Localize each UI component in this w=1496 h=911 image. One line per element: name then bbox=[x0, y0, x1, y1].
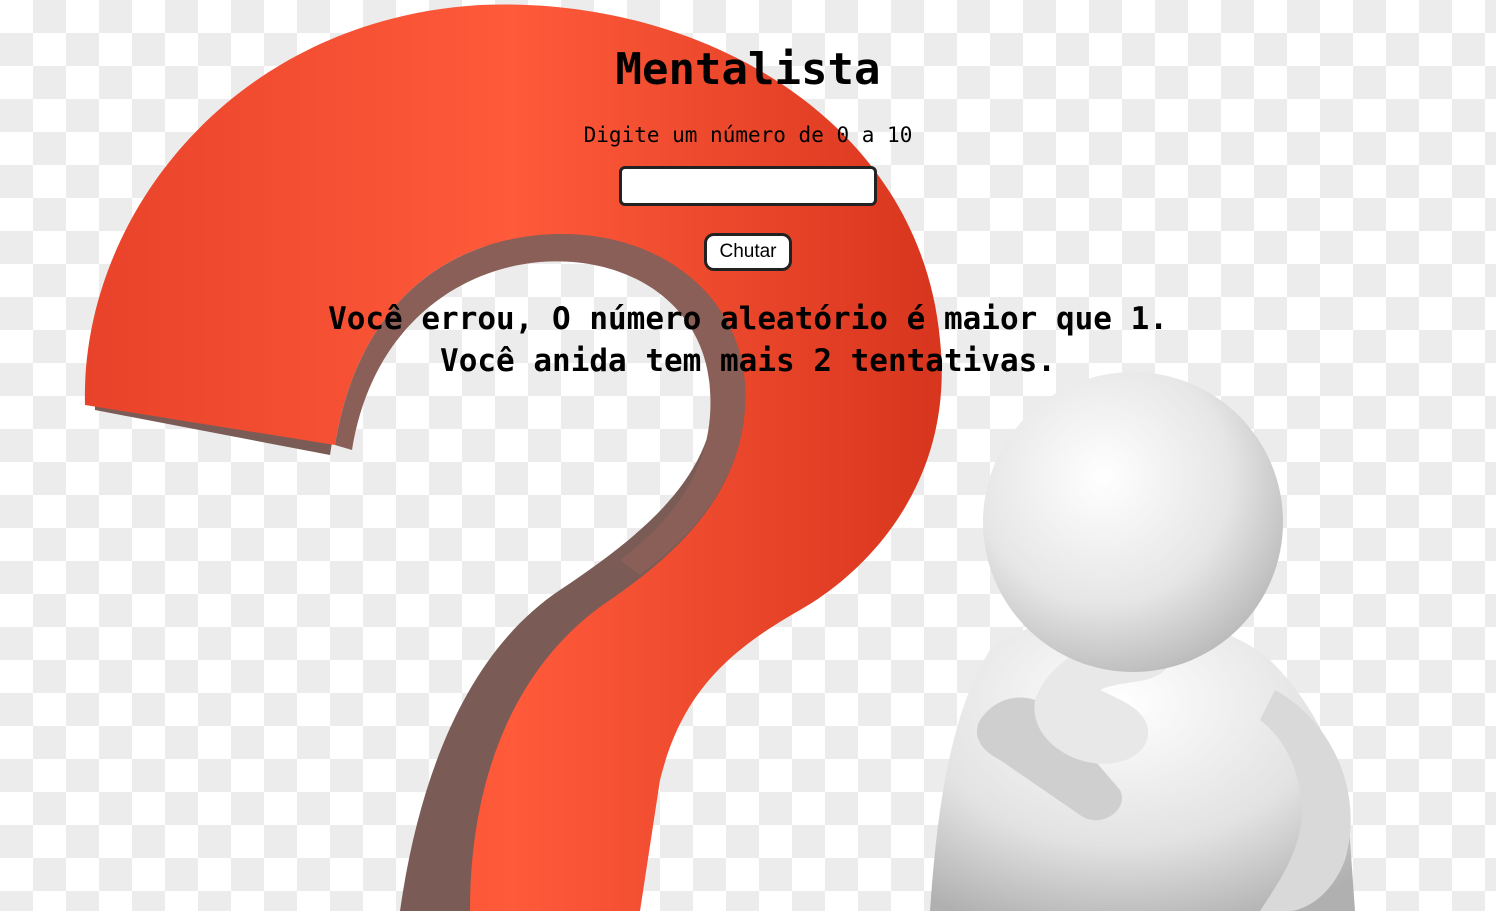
result-line-hint: Você errou, O número aleatório é maior q… bbox=[328, 301, 1168, 337]
guess-button[interactable]: Chutar bbox=[704, 233, 792, 271]
figure-head bbox=[983, 372, 1283, 672]
result-message: Você errou, O número aleatório é maior q… bbox=[0, 298, 1496, 382]
instructions-text: Digite um número de 0 a 10 bbox=[583, 123, 913, 147]
game-panel: Mentalista Digite um número de 0 a 10 Ch… bbox=[0, 0, 1496, 382]
page-title: Mentalista bbox=[615, 44, 881, 95]
guess-input[interactable] bbox=[619, 166, 877, 206]
result-line-attempts: Você anida tem mais 2 tentativas. bbox=[440, 343, 1056, 379]
